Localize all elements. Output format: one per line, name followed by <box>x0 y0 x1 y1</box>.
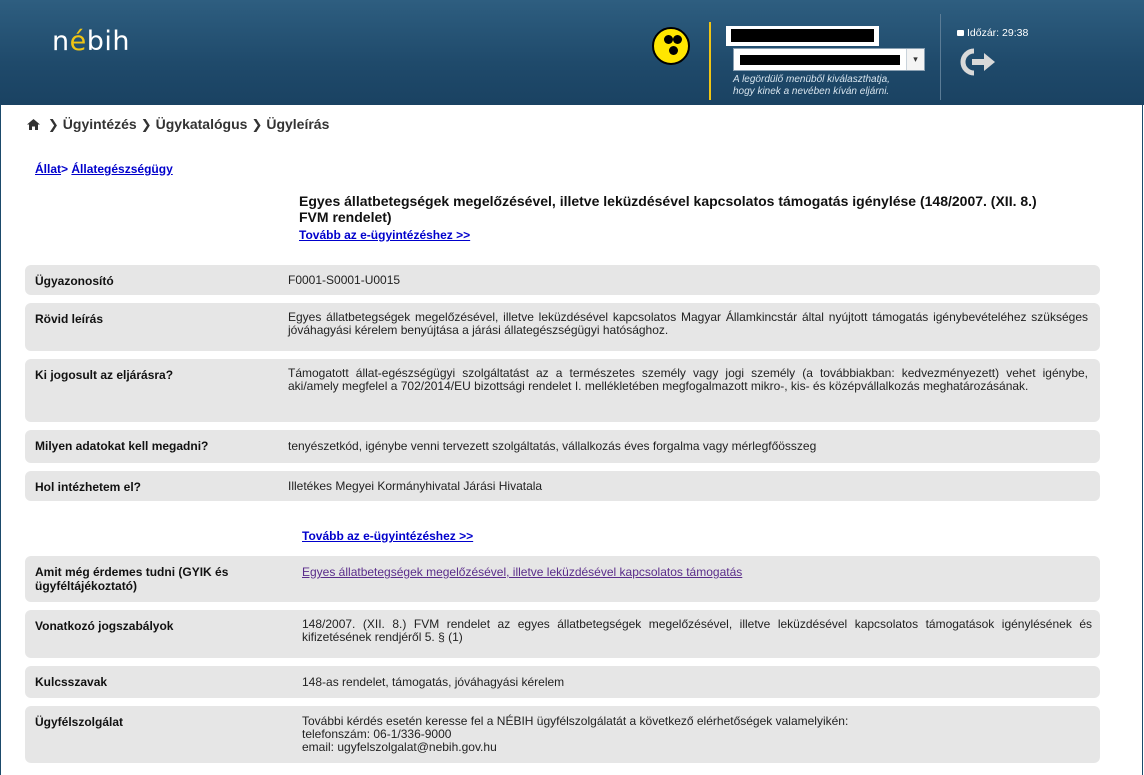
row-keywords: Kulcsszavak 148-as rendelet, támogatás, … <box>25 666 1100 698</box>
row-faq: Amit még érdemes tudni (GYIK és ügyféltá… <box>25 556 1100 602</box>
row-required-data: Milyen adatokat kell megadni? tenyészetk… <box>25 430 1100 463</box>
breadcrumb-item-ugyleiras: Ügyleírás <box>266 116 330 132</box>
breadcrumb: ❯ Ügyintézés ❯ Ügykatalógus ❯ Ügyleírás <box>27 116 329 133</box>
header-divider <box>709 22 711 100</box>
row-short-description: Rövid leírás Egyes állatbetegségek megel… <box>25 303 1100 351</box>
row-legislation: Vonatkozó jogszabályok 148/2007. (XII. 8… <box>25 610 1100 658</box>
faq-link[interactable]: Egyes állatbetegségek megelőzésével, ill… <box>302 565 742 579</box>
continue-to-eadmin-link[interactable]: Tovább az e-ügyintézéshez >> <box>299 228 470 242</box>
chevron-right-icon: ❯ <box>140 117 152 132</box>
chevron-right-icon: ❯ <box>47 117 59 132</box>
chevron-right-icon: ❯ <box>251 117 263 132</box>
category-path: Állat> Állategészségügy <box>35 162 173 176</box>
row-eligibility: Ki jogosult az eljárásra? Támogatott áll… <box>25 359 1100 422</box>
row-case-id: Ügyazonosító F0001-S0001-U0015 <box>25 265 1100 295</box>
lock-icon <box>957 30 964 36</box>
redacted-selected-value <box>740 55 900 65</box>
redacted-user-name <box>731 29 874 42</box>
row-where: Hol intézhetem el? Illetékes Megyei Korm… <box>25 471 1100 501</box>
nebih-logo[interactable]: nébih <box>52 26 130 57</box>
site-header: nébih ▾ A legördülő menüből kiválaszthat… <box>0 0 1144 105</box>
category-link-allat[interactable]: Állat <box>35 162 61 176</box>
chevron-down-icon[interactable]: ▾ <box>906 49 924 70</box>
category-link-allategeszsegugy[interactable]: Állategészségügy <box>71 162 172 176</box>
breadcrumb-item-ugykatalogus[interactable]: Ügykatalógus <box>156 116 248 132</box>
representation-hint: A legördülő menüből kiválaszthatja, hogy… <box>733 74 890 97</box>
session-timer: Időzár: 29:38 <box>957 27 1028 39</box>
breadcrumb-item-ugyintezes[interactable]: Ügyintézés <box>63 116 137 132</box>
row-customer-service: Ügyfélszolgálat További kérdés esetén ke… <box>25 706 1100 763</box>
representation-select[interactable]: ▾ <box>733 48 925 71</box>
logout-icon[interactable] <box>954 47 1000 77</box>
accessibility-icon[interactable] <box>652 27 690 65</box>
continue-to-eadmin-link-2[interactable]: Tovább az e-ügyintézéshez >> <box>302 529 473 543</box>
home-icon[interactable] <box>27 119 40 130</box>
case-title: Egyes állatbetegségek megelőzésével, ill… <box>299 193 1037 225</box>
header-divider-right <box>940 14 941 100</box>
